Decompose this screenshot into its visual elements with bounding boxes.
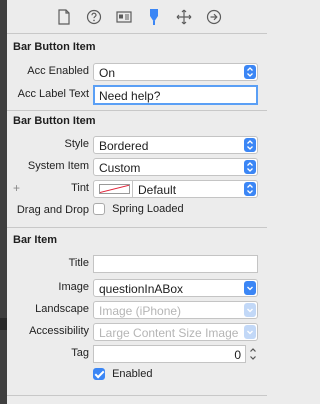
image-row: Image questionInABox	[7, 277, 267, 299]
accessibility-combo[interactable]: Large Content Size Image	[93, 323, 258, 341]
acc-enabled-label: Acc Enabled	[27, 65, 89, 77]
image-combo[interactable]: questionInABox	[93, 279, 258, 297]
tag-value: 0	[234, 348, 241, 362]
acc-enabled-value: On	[99, 66, 116, 80]
system-item-row: System Item Custom	[7, 156, 267, 178]
image-label: Image	[58, 281, 89, 293]
title-row: Title	[7, 253, 267, 277]
size-inspector-icon[interactable]	[172, 5, 196, 29]
landscape-label: Landscape	[35, 303, 89, 315]
style-value: Bordered	[99, 139, 149, 153]
chevron-down-icon[interactable]	[244, 325, 256, 339]
spring-loaded-option[interactable]: Spring Loaded	[93, 203, 184, 216]
tint-color-swatch	[99, 184, 130, 194]
acc-label-text-field[interactable]: Need help?	[93, 85, 258, 105]
tint-value: Default	[138, 183, 177, 197]
chevron-up-down-icon	[244, 182, 256, 196]
acc-enabled-popup[interactable]: On	[93, 63, 258, 81]
section-title-bar-button-item: Bar Button Item	[13, 115, 96, 127]
drag-drop-row: Drag and Drop Spring Loaded	[7, 200, 267, 222]
chevron-up-down-icon	[244, 65, 256, 79]
enabled-option[interactable]: Enabled	[93, 368, 153, 381]
style-label: Style	[64, 138, 89, 150]
section-title-bar-item: Bar Item	[13, 234, 58, 246]
editor-marker	[0, 318, 7, 330]
chevron-up-down-icon	[244, 160, 256, 174]
landscape-placeholder: Image (iPhone)	[99, 304, 182, 318]
file-inspector-icon[interactable]	[52, 5, 76, 29]
acc-label-text-value: Need help?	[99, 89, 161, 103]
enabled-label: Enabled	[112, 368, 153, 380]
tag-field[interactable]: 0	[93, 345, 246, 363]
system-item-popup[interactable]: Custom	[93, 158, 258, 176]
enabled-row: Enabled	[7, 365, 267, 387]
acc-enabled-row: Acc Enabled On	[7, 61, 267, 83]
inspector-panel: Bar Button Item Acc Enabled On Acc Label…	[7, 0, 267, 404]
accessibility-placeholder: Large Content Size Image	[99, 326, 239, 340]
chevron-up-down-icon	[244, 138, 256, 152]
image-value: questionInABox	[99, 282, 184, 296]
chevron-down-icon[interactable]	[244, 281, 256, 295]
tint-label: Tint	[71, 182, 89, 194]
chevron-down-icon[interactable]	[244, 303, 256, 317]
tint-color-popup[interactable]: Default	[93, 180, 258, 198]
attributes-inspector-icon[interactable]	[142, 5, 166, 29]
spring-loaded-checkbox[interactable]	[93, 203, 105, 216]
section-title-accessibility: Bar Button Item	[13, 41, 96, 53]
system-item-value: Custom	[99, 161, 141, 175]
editor-edge	[0, 0, 7, 404]
style-row: Style Bordered	[7, 134, 267, 156]
acc-label-text-row: Acc Label Text Need help?	[7, 84, 267, 106]
identity-inspector-icon[interactable]	[112, 5, 136, 29]
landscape-row: Landscape Image (iPhone)	[7, 299, 267, 321]
accessibility-label: Accessibility	[29, 325, 89, 337]
enabled-checkbox[interactable]	[93, 368, 105, 381]
tag-stepper[interactable]	[248, 345, 258, 363]
section-divider	[7, 395, 267, 396]
accessibility-row: Accessibility Large Content Size Image	[7, 321, 267, 343]
title-label: Title	[68, 257, 89, 269]
title-field[interactable]	[93, 255, 258, 273]
inspector-toolbar	[7, 0, 267, 34]
add-variation-icon[interactable]: +	[13, 181, 20, 195]
tint-row: + Tint Default	[7, 178, 267, 200]
acc-label-text-label: Acc Label Text	[17, 88, 89, 100]
quick-help-icon[interactable]	[82, 5, 106, 29]
spring-loaded-label: Spring Loaded	[112, 203, 184, 215]
system-item-label: System Item	[27, 160, 89, 172]
tag-row: Tag 0	[7, 343, 267, 365]
connections-inspector-icon[interactable]	[202, 5, 226, 29]
landscape-combo[interactable]: Image (iPhone)	[93, 301, 258, 319]
style-popup[interactable]: Bordered	[93, 136, 258, 154]
drag-drop-label: Drag and Drop	[16, 204, 89, 216]
tag-label: Tag	[71, 347, 89, 359]
